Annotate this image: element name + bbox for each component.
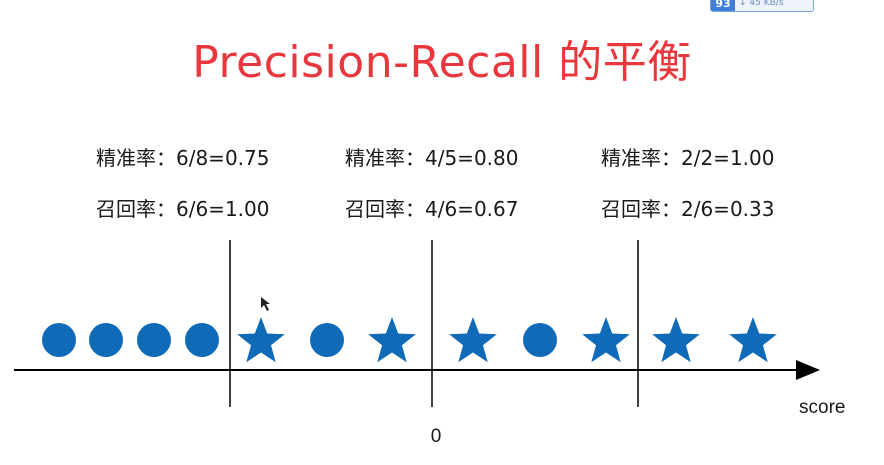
threshold-diagram: score 0 — [14, 240, 845, 447]
axis-label: score — [799, 397, 845, 418]
sample-star-icon — [729, 317, 777, 363]
sample-star-icon — [652, 317, 700, 363]
sample-star-icon — [237, 317, 285, 363]
sample-star-icon — [582, 317, 630, 363]
sample-star-icon — [368, 317, 416, 363]
sample-circle-icon — [42, 323, 76, 357]
zero-label: 0 — [431, 426, 442, 447]
sample-circle-icon — [523, 323, 557, 357]
sample-star-icon — [449, 317, 497, 363]
sample-circle-icon — [185, 323, 219, 357]
sample-circle-icon — [89, 323, 123, 357]
sample-circle-icon — [137, 323, 171, 357]
mouse-cursor-icon — [261, 297, 270, 311]
sample-circle-icon — [310, 323, 344, 357]
